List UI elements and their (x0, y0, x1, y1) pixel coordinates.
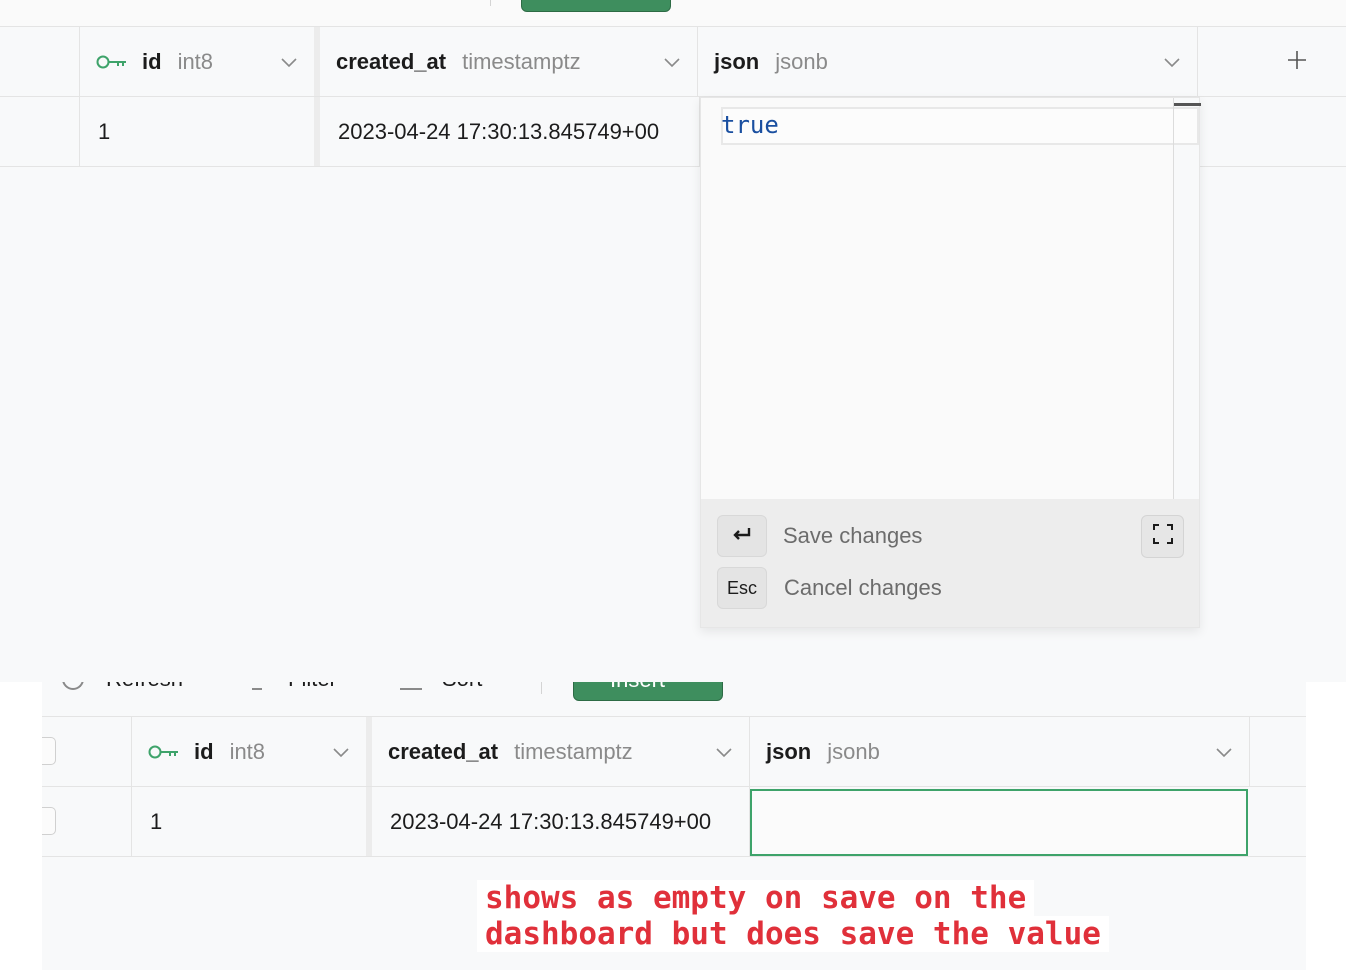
chevron-down-icon[interactable] (1215, 746, 1233, 758)
sort-icon[interactable] (400, 682, 422, 690)
column-header-id[interactable]: id int8 (80, 27, 320, 96)
toolbar-separator (541, 682, 542, 694)
add-column-button[interactable] (1270, 47, 1324, 77)
editor-scrollbar-thumb[interactable] (1174, 103, 1201, 106)
column-header-created-at[interactable]: created_at timestamptz (320, 27, 698, 96)
cell-value: 1 (98, 118, 111, 144)
annotation-line-2: dashboard but does save the value (477, 916, 1109, 952)
save-changes-button[interactable] (717, 515, 767, 557)
row-select-cell[interactable] (42, 787, 132, 856)
refresh-button[interactable]: Refresh (106, 682, 183, 692)
column-header-json[interactable]: json jsonb (698, 27, 1198, 96)
enter-icon (731, 526, 753, 547)
column-name: created_at (336, 48, 447, 74)
cell-id[interactable]: 1 (80, 97, 320, 166)
select-column-header (42, 717, 132, 786)
cell-json-selected-empty[interactable] (750, 789, 1248, 856)
editor-footer: Save changes Esc Cancel changes (701, 499, 1199, 627)
json-editor-value: true (721, 111, 779, 139)
json-cell-editor: true Save changes Esc Cancel changes (700, 97, 1201, 628)
filter-button[interactable]: Filter (288, 682, 337, 692)
key-icon (96, 54, 128, 70)
chevron-down-icon[interactable] (715, 746, 733, 758)
row-select-cell[interactable] (0, 97, 80, 166)
bottom-toolbar: Refresh Filter Sort Insert (42, 682, 1306, 717)
expand-editor-button[interactable] (1141, 515, 1184, 558)
column-header-json[interactable]: json jsonb (750, 717, 1250, 786)
insert-button-label: Insert (610, 682, 665, 693)
row-checkbox[interactable] (42, 807, 56, 835)
column-type: timestamptz (462, 48, 581, 74)
cell-created-at[interactable]: 2023-04-24 17:30:13.845749+00 (372, 787, 750, 856)
top-grid-panel: id int8 created_at timestamptz json json… (0, 0, 1346, 682)
column-type: int8 (177, 48, 214, 74)
sort-button[interactable]: Sort (442, 682, 482, 692)
column-type: int8 (229, 738, 266, 764)
annotation-line-1: shows as empty on save on the (477, 880, 1035, 916)
column-type: jsonb (775, 48, 828, 74)
key-icon (148, 744, 180, 760)
top-toolbar (0, 0, 1346, 27)
column-header-created-at[interactable]: created_at timestamptz (372, 717, 750, 786)
editor-scrollbar[interactable] (1173, 98, 1174, 499)
filter-icon[interactable] (252, 682, 262, 690)
column-name: id (194, 738, 214, 764)
column-name: json (714, 48, 760, 74)
column-type: jsonb (827, 738, 880, 764)
select-column-header (0, 27, 80, 96)
json-editor-textarea[interactable] (701, 98, 1173, 499)
chevron-down-icon[interactable] (1163, 56, 1181, 68)
cell-id[interactable]: 1 (132, 787, 372, 856)
toolbar-separator (490, 0, 491, 6)
save-changes-label: Save changes (783, 523, 923, 548)
annotation-note: shows as empty on save on the dashboard … (477, 880, 1109, 952)
select-all-checkbox[interactable] (42, 737, 56, 765)
column-name: json (766, 738, 812, 764)
cancel-changes-button[interactable]: Esc (717, 567, 767, 609)
insert-button[interactable] (521, 0, 671, 12)
editor-active-line (721, 107, 1199, 145)
plus-icon (1286, 49, 1308, 76)
esc-key-label: Esc (726, 577, 757, 598)
grid-header-row: id int8 created_at timestamptz json json… (42, 717, 1306, 787)
insert-button[interactable]: Insert (573, 682, 723, 701)
refresh-icon[interactable] (62, 682, 84, 690)
column-name: created_at (388, 738, 499, 764)
expand-icon (1152, 523, 1174, 550)
cell-value: 2023-04-24 17:30:13.845749+00 (338, 118, 660, 144)
chevron-down-icon[interactable] (663, 56, 681, 68)
cell-value: 1 (150, 808, 163, 834)
column-header-id[interactable]: id int8 (132, 717, 372, 786)
chevron-down-icon[interactable] (332, 746, 350, 758)
column-type: timestamptz (514, 738, 633, 764)
cell-value: 2023-04-24 17:30:13.845749+00 (390, 808, 712, 834)
cancel-changes-label: Cancel changes (784, 575, 942, 600)
column-name: id (142, 48, 162, 74)
chevron-down-icon[interactable] (280, 56, 298, 68)
grid-header-row: id int8 created_at timestamptz json json… (0, 27, 1346, 97)
cell-created-at[interactable]: 2023-04-24 17:30:13.845749+00 (320, 97, 700, 166)
